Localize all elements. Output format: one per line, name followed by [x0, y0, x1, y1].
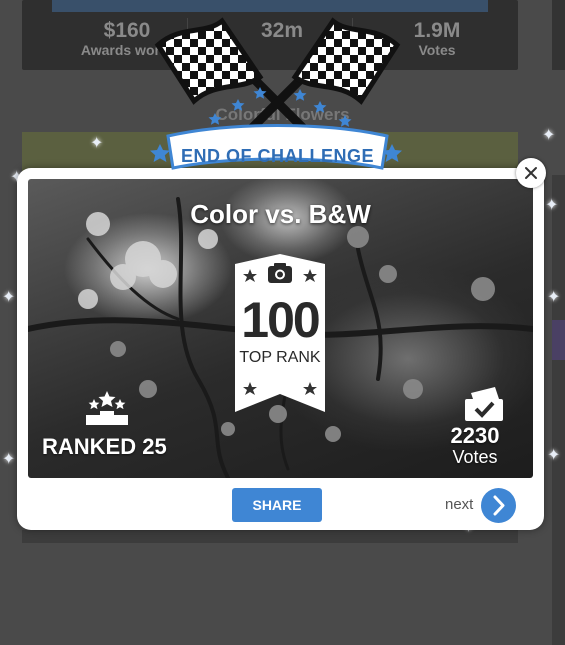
- next-label[interactable]: next: [445, 496, 473, 513]
- close-icon: [525, 167, 537, 179]
- background-side-card: [552, 320, 565, 360]
- sparkle-icon: ✦: [2, 289, 16, 306]
- close-button[interactable]: [516, 158, 546, 188]
- end-of-challenge-label: END OF CHALLENGE: [180, 146, 374, 166]
- share-button[interactable]: SHARE: [232, 488, 322, 522]
- votes-label: Votes: [452, 447, 498, 467]
- sparkle-icon: ✦: [545, 197, 559, 214]
- background-side-card: [552, 175, 565, 645]
- chevron-right-icon: [493, 495, 505, 516]
- ranked-position: RANKED 25: [42, 434, 167, 459]
- sparkle-icon: ✦: [547, 289, 561, 306]
- sparkle-icon: ✦: [90, 135, 104, 152]
- challenge-title: Color vs. B&W: [190, 199, 371, 229]
- sparkle-icon: ✦: [547, 447, 561, 464]
- sparkle-icon: ✦: [2, 451, 16, 468]
- ballot-box-icon: [465, 387, 503, 421]
- podium-icon: [86, 391, 128, 425]
- background-bottom-card: [22, 530, 518, 543]
- badge-rank-label: TOP RANK: [239, 349, 321, 366]
- next-button[interactable]: [481, 488, 516, 523]
- background-header-image: [52, 0, 488, 12]
- challenge-photo: Color vs. B&W 100 TOP RANK RANKED 25 223…: [28, 179, 533, 478]
- sparkle-icon: ✦: [542, 127, 556, 144]
- top-rank-badge: 100 TOP RANK: [235, 254, 325, 412]
- badge-rank-number: 100: [241, 292, 320, 348]
- votes-count: 2230: [450, 423, 500, 448]
- checkered-flags-icon: [154, 17, 401, 135]
- background-side-card: [552, 0, 565, 70]
- challenge-result-modal: Color vs. B&W 100 TOP RANK RANKED 25 223…: [17, 168, 544, 530]
